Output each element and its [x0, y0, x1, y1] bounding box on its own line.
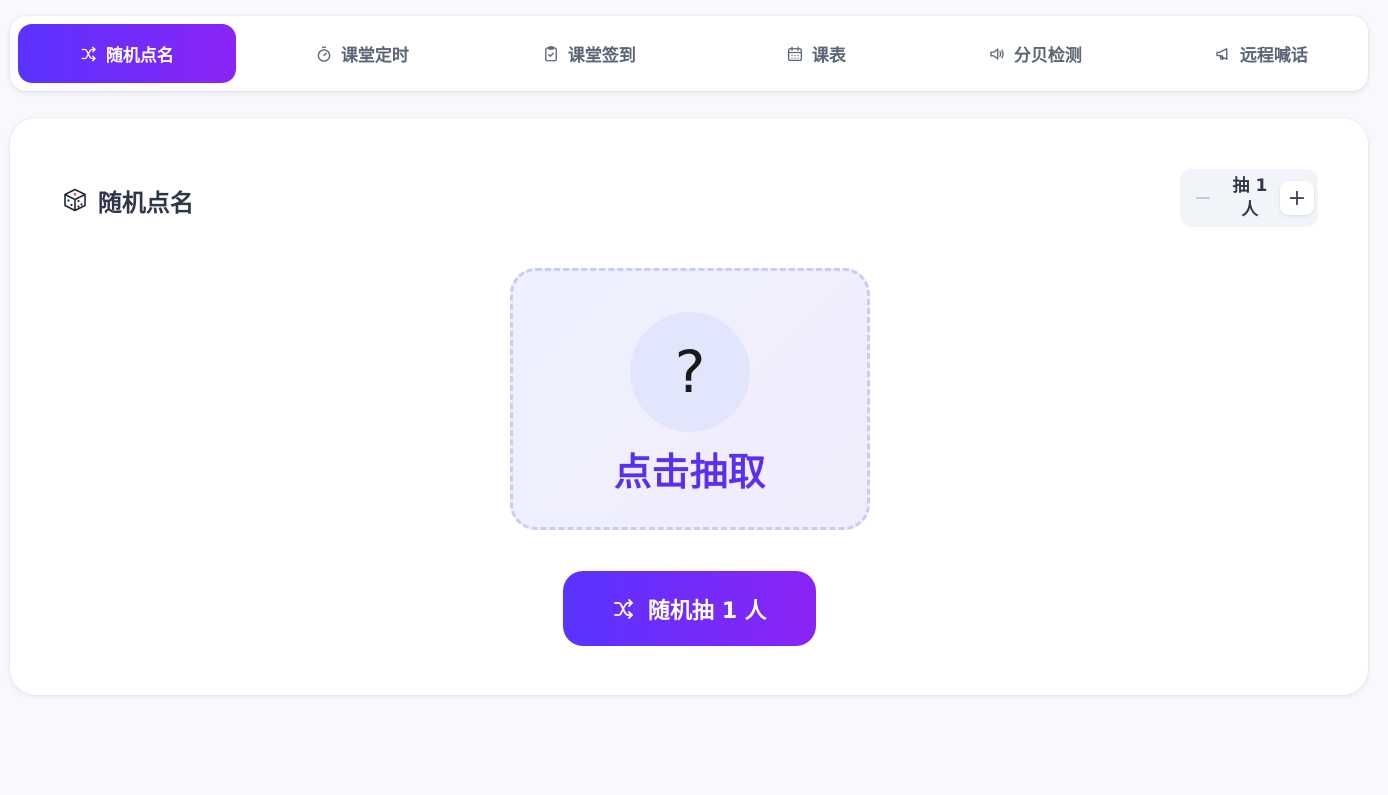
- tab-remote-broadcast[interactable]: 远程喊话: [1152, 24, 1370, 83]
- question-mark-icon: ?: [630, 312, 750, 432]
- tab-label: 课堂定时: [341, 46, 409, 66]
- shuffle-icon: [614, 598, 634, 619]
- tab-bar: 随机点名 课堂定时 课堂签到 课表 分贝检测 远程喊话: [10, 16, 1368, 91]
- random-draw-button[interactable]: 随机抽 1 人: [563, 571, 816, 646]
- dice-icon: [64, 188, 86, 212]
- tab-timetable[interactable]: 课表: [707, 24, 925, 83]
- calendar-icon: [787, 46, 803, 61]
- timer-icon: [317, 46, 331, 62]
- volume-icon: [990, 47, 1004, 60]
- card-title: 随机点名: [98, 188, 194, 217]
- draw-count-label: 抽 1 人: [1232, 176, 1268, 220]
- megaphone-icon: [1216, 47, 1228, 60]
- tab-class-timer[interactable]: 课堂定时: [253, 24, 471, 83]
- draw-count-stepper: − 抽 1 人 +: [1180, 169, 1318, 227]
- increment-button[interactable]: +: [1280, 181, 1314, 215]
- tab-label: 分贝检测: [1014, 46, 1082, 66]
- tab-label: 课堂签到: [568, 46, 636, 66]
- tab-label: 随机点名: [106, 46, 174, 66]
- shuffle-icon: [81, 46, 96, 61]
- tab-label: 课表: [812, 46, 846, 66]
- tab-decibel-meter[interactable]: 分贝检测: [926, 24, 1144, 83]
- tab-random-call[interactable]: 随机点名: [18, 24, 236, 83]
- tab-label: 远程喊话: [1240, 46, 1308, 66]
- draw-result-area[interactable]: ? 点击抽取: [510, 268, 870, 530]
- decrement-button[interactable]: −: [1186, 181, 1220, 215]
- random-call-card: 随机点名 − 抽 1 人 + ? 点击抽取 随机抽 1 人: [10, 118, 1368, 695]
- tab-class-checkin[interactable]: 课堂签到: [480, 24, 698, 83]
- card-header: 随机点名: [62, 184, 194, 217]
- draw-button-label: 随机抽 1 人: [648, 598, 767, 624]
- clipboard-check-icon: [545, 45, 557, 61]
- draw-prompt: 点击抽取: [613, 450, 766, 494]
